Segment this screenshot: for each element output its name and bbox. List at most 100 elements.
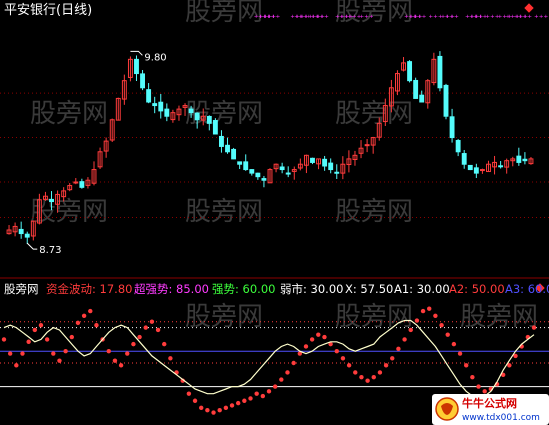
candle-body <box>310 157 315 163</box>
fund-wave-dot <box>457 351 463 356</box>
legend-item: 超强势: 85.00 <box>134 282 209 296</box>
watermark-text: 股旁网 <box>30 99 108 129</box>
fund-wave-dot <box>131 341 136 347</box>
fund-wave-dot <box>155 327 161 333</box>
watermark-text: 股旁网 <box>185 197 263 227</box>
candle-body <box>449 116 455 139</box>
candle-body <box>522 158 528 162</box>
fund-wave-dot <box>402 337 407 342</box>
fund-wave-dot <box>69 334 74 340</box>
fund-wave-dot <box>143 325 148 330</box>
fund-wave-dot <box>149 319 155 324</box>
fund-wave-dot <box>272 384 278 389</box>
fund-wave-dot <box>420 308 426 314</box>
candle-body <box>206 115 212 124</box>
fund-wave-dot <box>396 346 401 352</box>
signal-marker: ⁺⁺⁺ <box>445 14 460 24</box>
fund-wave-dot <box>20 351 25 356</box>
fund-wave-dot <box>63 349 68 354</box>
fund-wave-dot <box>199 405 204 411</box>
indicator-title: 股旁网 <box>4 282 39 296</box>
logo-url: www.tdx001.com <box>462 413 540 423</box>
legend-item: A3: 60.00 <box>505 282 549 296</box>
candle-body <box>279 166 285 171</box>
fund-wave-dot <box>531 325 537 330</box>
fund-wave-dot <box>476 384 481 389</box>
fund-wave-dot <box>51 351 56 356</box>
fund-wave-dot <box>303 344 309 349</box>
fund-wave-dot <box>81 313 87 318</box>
fund-wave-dot <box>353 370 358 375</box>
candle-body <box>407 61 413 82</box>
fund-wave-dot <box>106 349 111 354</box>
fund-wave-dot <box>248 396 253 401</box>
candle-body <box>134 58 139 75</box>
candle-body <box>49 198 54 203</box>
fund-wave-dot <box>192 398 198 403</box>
high-pointer-line <box>130 50 143 56</box>
legend-item: 资金波动: 17.80 <box>46 282 132 296</box>
fund-wave-dot <box>229 403 235 408</box>
fund-wave-dot <box>390 356 395 361</box>
fund-wave-dot <box>414 318 420 323</box>
fund-wave-dot <box>309 337 315 342</box>
signal-marker: ⁺⁺⁺ <box>315 14 330 24</box>
legend-item: A1: 30.00 <box>394 282 450 296</box>
watermark-text: 股旁网 <box>335 302 413 332</box>
candle-body <box>194 112 200 121</box>
diamond-icon-main[interactable] <box>524 3 534 13</box>
fund-wave-dot <box>205 408 210 413</box>
candle-body <box>419 94 425 103</box>
candle-body <box>188 108 194 114</box>
watermark-text: 股旁网 <box>185 0 263 27</box>
candle-body <box>146 89 152 103</box>
candle-body <box>455 140 461 153</box>
fund-wave-dot <box>482 389 487 394</box>
candle-body <box>79 181 85 188</box>
fund-wave-dot <box>377 370 383 375</box>
candle-body <box>255 172 261 178</box>
fund-wave-dot <box>211 410 216 415</box>
candle-body <box>231 148 237 160</box>
watermark-text: 股旁网 <box>335 197 413 227</box>
candle-body <box>467 164 473 171</box>
fund-wave-dot <box>217 408 222 413</box>
fund-wave-dot <box>75 320 81 326</box>
fund-wave-dot <box>445 332 450 337</box>
fund-wave-dot <box>427 306 432 311</box>
watermark-text: 股旁网 <box>335 99 413 129</box>
stock-chart: 股旁网 股旁网股旁网 股旁网 股旁网股旁网 股旁网 股旁网股旁网 股旁网 股旁网 ⁺⁺⁺⁺⁺⁺… <box>0 0 549 415</box>
signal-marker: ⁺⁺⁺ <box>534 14 549 24</box>
candle-body <box>413 79 419 99</box>
fund-wave-dot <box>223 405 229 411</box>
fund-wave-dot <box>168 356 173 361</box>
fund-wave-dot <box>359 374 364 380</box>
fund-wave-dot <box>57 358 62 363</box>
fund-wave-dot <box>340 356 346 361</box>
candle-body <box>364 144 370 147</box>
candle-body <box>219 135 224 147</box>
candle-body <box>322 158 328 167</box>
fund-wave-dot <box>371 374 376 380</box>
candle-body <box>285 172 291 175</box>
fund-wave-dot <box>260 393 266 399</box>
legend-item: A2: 50.00 <box>449 282 505 296</box>
fund-wave-dot <box>94 323 99 328</box>
fund-wave-dot <box>285 370 290 375</box>
fund-wave-dot <box>26 339 31 344</box>
candle-body <box>152 103 158 107</box>
candle-body <box>158 101 164 112</box>
signal-marker: ⁺⁺⁺ <box>412 14 427 24</box>
watermark-text: 股旁网 <box>460 302 538 332</box>
candle-body <box>328 162 334 171</box>
fund-wave-dot <box>291 360 296 366</box>
candle-body <box>243 161 249 171</box>
fund-wave-dot <box>186 391 192 396</box>
candle-body <box>164 108 170 117</box>
fund-wave-dot <box>242 398 247 403</box>
candle-body <box>461 153 467 165</box>
fund-wave-dot <box>470 374 475 380</box>
fund-wave-dot <box>383 363 389 368</box>
fund-wave-dot <box>316 332 321 337</box>
chart-title: 平安银行(日线) <box>4 3 92 18</box>
